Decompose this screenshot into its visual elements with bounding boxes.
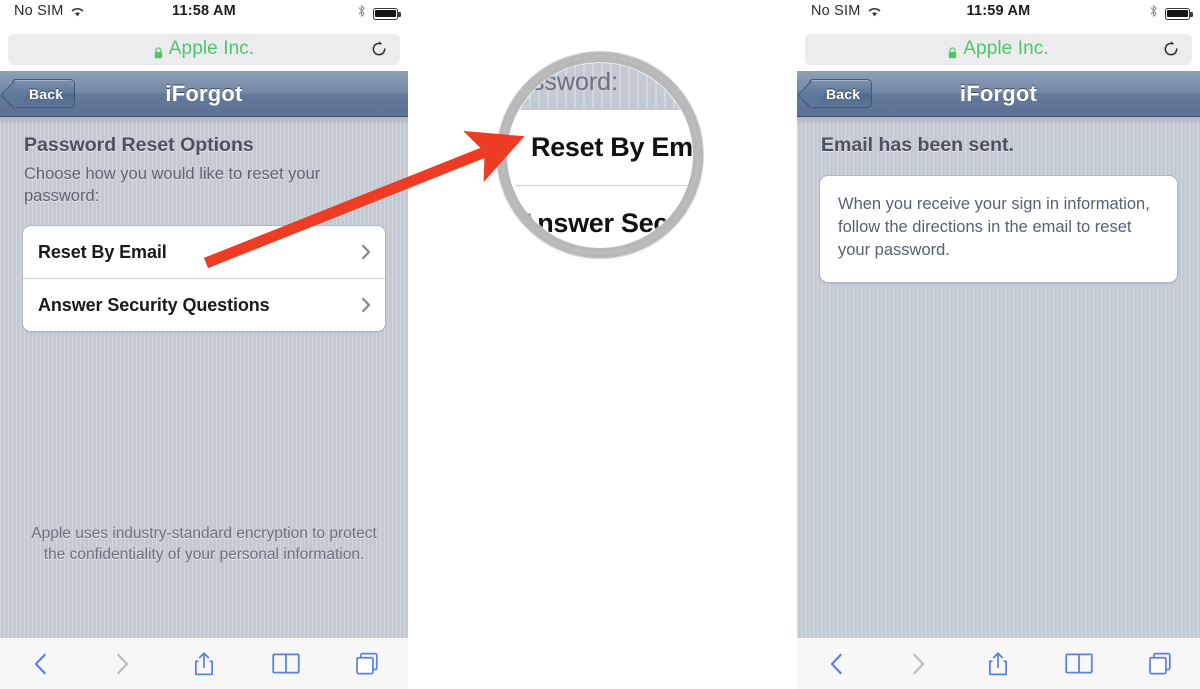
- section-subtitle: Choose how you would like to reset your …: [24, 165, 321, 205]
- site-title-label: Apple Inc.: [168, 38, 255, 59]
- toolbar-tabs-button[interactable]: [344, 647, 390, 681]
- list-item-reset-by-email[interactable]: Reset By Email: [23, 226, 385, 278]
- magnifier-row-label: Answer Secu: [518, 208, 685, 238]
- status-bar-left: No SIM 11:58 AM: [0, 0, 408, 27]
- phone-screenshot-left: No SIM 11:58 AM Apple Inc. Back iForgot …: [0, 0, 408, 689]
- toolbar-forward-button[interactable]: [895, 647, 941, 681]
- url-bar-text: Apple Inc.: [948, 38, 1049, 60]
- magnifier-content: se no assword: Reset By Emai Answer Secu: [502, 57, 698, 253]
- url-bar[interactable]: Apple Inc.: [805, 33, 1192, 65]
- list-item-label: Reset By Email: [38, 241, 167, 262]
- back-button-label: Back: [826, 85, 861, 102]
- toolbar-tabs-button[interactable]: [1137, 647, 1183, 681]
- reset-options-list: Reset By Email Answer Security Questions: [22, 225, 386, 332]
- clock-label: 11:59 AM: [966, 3, 1031, 19]
- nav-bar-left: Back iForgot: [0, 71, 408, 117]
- section-title: Password Reset Options: [24, 134, 254, 156]
- back-button-label: Back: [29, 85, 64, 102]
- battery-full-icon: [1165, 7, 1193, 20]
- battery-full-icon: [373, 7, 401, 20]
- nav-bar-right: Back iForgot: [797, 71, 1200, 117]
- reload-icon[interactable]: [370, 40, 388, 58]
- reload-icon[interactable]: [1162, 40, 1180, 58]
- magnifier-list-card: Reset By Emai Answer Secu: [516, 109, 698, 253]
- toolbar-bookmarks-button[interactable]: [263, 647, 309, 681]
- toolbar-bookmarks-button[interactable]: [1056, 647, 1102, 681]
- lock-icon: [948, 43, 957, 59]
- toolbar-forward-button[interactable]: [99, 647, 145, 681]
- confirmation-message-box: When you receive your sign in informatio…: [819, 175, 1178, 283]
- section-title: Email has been sent.: [821, 134, 1014, 156]
- magnifier-callout: se no assword: Reset By Emai Answer Secu: [502, 57, 698, 253]
- list-item-label: Answer Security Questions: [38, 294, 270, 315]
- chevron-right-icon: [361, 244, 371, 260]
- clock-label: 11:58 AM: [172, 3, 236, 19]
- toolbar-share-button[interactable]: [181, 647, 227, 681]
- toolbar-back-button[interactable]: [18, 647, 64, 681]
- phone-screenshot-right: No SIM 11:59 AM Apple Inc. Back iForgot …: [797, 0, 1200, 689]
- url-bar-container-right: Apple Inc.: [797, 27, 1200, 71]
- toolbar-share-button[interactable]: [975, 647, 1021, 681]
- status-bar-right: No SIM 11:59 AM: [797, 0, 1200, 27]
- chevron-right-icon: [361, 297, 371, 313]
- magnifier-row-reset-by-email: Reset By Emai: [516, 110, 698, 185]
- confirmation-message-text: When you receive your sign in informatio…: [838, 195, 1150, 259]
- page-content-left: Password Reset Options Choose how you wo…: [0, 117, 408, 637]
- lock-icon: [154, 43, 163, 59]
- page-content-right: Email has been sent. When you receive yo…: [797, 117, 1200, 637]
- browser-toolbar-right: [797, 637, 1200, 689]
- bluetooth-icon: [357, 4, 366, 23]
- url-bar[interactable]: Apple Inc.: [8, 33, 400, 65]
- status-bar-right-group: [357, 4, 401, 23]
- browser-toolbar-left: [0, 637, 408, 689]
- url-bar-text: Apple Inc.: [154, 38, 255, 60]
- toolbar-back-button[interactable]: [814, 647, 860, 681]
- magnifier-background-strip: se no assword:: [502, 57, 698, 109]
- bluetooth-icon: [1149, 4, 1158, 23]
- magnifier-partial-text-sub: assword:: [518, 68, 619, 96]
- list-item-answer-security-questions[interactable]: Answer Security Questions: [23, 278, 385, 331]
- status-bar-right-group: [1149, 4, 1193, 23]
- site-title-label: Apple Inc.: [963, 38, 1049, 59]
- magnifier-row-answer-security: Answer Secu: [516, 185, 698, 253]
- privacy-footnote: Apple uses industry-standard encryption …: [31, 525, 377, 563]
- url-bar-container-left: Apple Inc.: [0, 27, 408, 71]
- magnifier-row-label: Reset By Emai: [531, 132, 698, 162]
- screenshot-stage: No SIM 11:58 AM Apple Inc. Back iForgot …: [0, 0, 1200, 689]
